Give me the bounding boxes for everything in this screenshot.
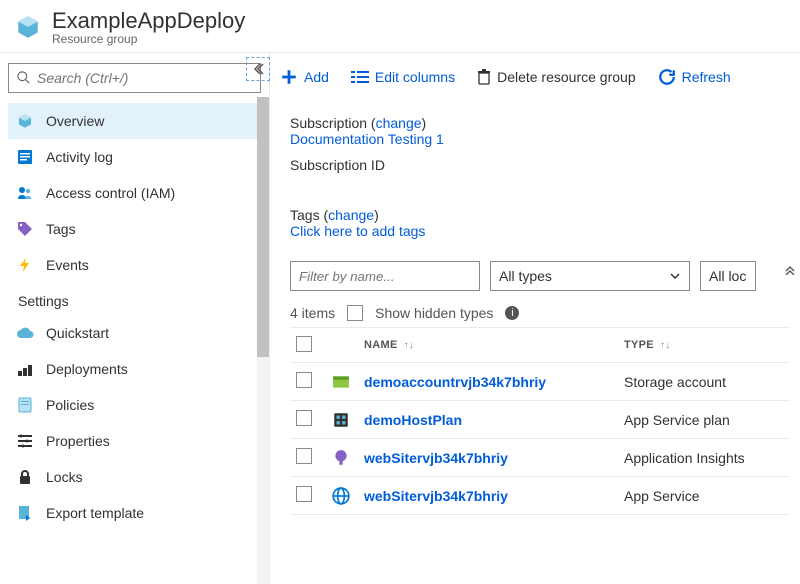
expand-caret[interactable] bbox=[784, 263, 796, 275]
sidebar-item-label: Export template bbox=[46, 505, 144, 521]
sidebar-item-label: Events bbox=[46, 257, 89, 273]
sidebar-item-policies[interactable]: Policies bbox=[8, 387, 269, 423]
people-icon bbox=[16, 185, 34, 201]
change-subscription-link[interactable]: change bbox=[376, 115, 422, 131]
sidebar-item-quickstart[interactable]: Quickstart bbox=[8, 315, 269, 351]
lightning-icon bbox=[16, 257, 34, 273]
row-checkbox[interactable] bbox=[296, 448, 312, 464]
chevron-down-icon bbox=[669, 270, 681, 282]
sidebar-item-locks[interactable]: Locks bbox=[8, 459, 269, 495]
filter-by-name-input[interactable] bbox=[290, 261, 480, 291]
sidebar-item-label: Overview bbox=[46, 113, 104, 129]
app-service-plan-icon bbox=[330, 411, 352, 429]
details: Subscription (change) Documentation Test… bbox=[270, 101, 800, 239]
location-filter-select[interactable]: All loc bbox=[700, 261, 756, 291]
delete-button[interactable]: Delete resource group bbox=[477, 69, 636, 85]
sidebar-item-label: Deployments bbox=[46, 361, 128, 377]
sidebar-item-activity-log[interactable]: Activity log bbox=[8, 139, 269, 175]
sidebar-item-properties[interactable]: Properties bbox=[8, 423, 269, 459]
sidebar-item-label: Policies bbox=[46, 397, 94, 413]
resource-type: Application Insights bbox=[624, 450, 784, 466]
resource-type: App Service plan bbox=[624, 412, 784, 428]
delete-label: Delete resource group bbox=[497, 69, 636, 85]
table-row[interactable]: webSitervjb34k7bhriy App Service bbox=[290, 477, 790, 515]
subscription-id-label: Subscription ID bbox=[290, 157, 790, 173]
table-header: NAME↑↓ TYPE↑↓ bbox=[290, 327, 790, 363]
sidebar-item-label: Access control (IAM) bbox=[46, 185, 175, 201]
resource-name[interactable]: demoHostPlan bbox=[364, 412, 462, 428]
resource-type: App Service bbox=[624, 488, 784, 504]
subscription-label: Subscription bbox=[290, 115, 367, 131]
sidebar-item-overview[interactable]: Overview bbox=[8, 103, 269, 139]
sidebar-item-tags[interactable]: Tags bbox=[8, 211, 269, 247]
resource-name[interactable]: webSitervjb34k7bhriy bbox=[364, 450, 508, 466]
sidebar-item-iam[interactable]: Access control (IAM) bbox=[8, 175, 269, 211]
sidebar-item-label: Properties bbox=[46, 433, 110, 449]
properties-icon bbox=[16, 433, 34, 449]
sidebar-item-events[interactable]: Events bbox=[8, 247, 269, 283]
page-title: ExampleAppDeploy bbox=[52, 8, 245, 34]
cloud-icon bbox=[16, 326, 34, 340]
type-filter-select[interactable]: All types bbox=[490, 261, 690, 291]
subscription-name[interactable]: Documentation Testing 1 bbox=[290, 131, 790, 147]
cube-icon bbox=[16, 113, 34, 129]
row-checkbox[interactable] bbox=[296, 410, 312, 426]
tag-icon bbox=[16, 221, 34, 237]
insights-icon bbox=[330, 449, 352, 467]
filters-row: All types All loc bbox=[270, 239, 800, 301]
add-tags-link[interactable]: Click here to add tags bbox=[290, 223, 790, 239]
table-row[interactable]: demoaccountrvjb34k7bhriy Storage account bbox=[290, 363, 790, 401]
collapse-sidebar-button[interactable] bbox=[246, 57, 270, 81]
page-subtitle: Resource group bbox=[52, 32, 245, 46]
export-icon bbox=[16, 505, 34, 521]
resource-name[interactable]: demoaccountrvjb34k7bhriy bbox=[364, 374, 546, 390]
resource-name[interactable]: webSitervjb34k7bhriy bbox=[364, 488, 508, 504]
tags-label: Tags bbox=[290, 207, 320, 223]
refresh-label: Refresh bbox=[682, 69, 731, 85]
sidebar-item-deployments[interactable]: Deployments bbox=[8, 351, 269, 387]
sidebar-scrollbar[interactable] bbox=[257, 97, 269, 584]
main-panel: Add Edit columns Delete resource group R… bbox=[270, 53, 800, 584]
add-button[interactable]: Add bbox=[280, 68, 329, 86]
sidebar-item-export-template[interactable]: Export template bbox=[8, 495, 269, 531]
edit-columns-label: Edit columns bbox=[375, 69, 455, 85]
sidebar: Overview Activity log Access control (IA… bbox=[0, 53, 270, 584]
sidebar-item-label: Locks bbox=[46, 469, 83, 485]
show-hidden-checkbox[interactable] bbox=[347, 305, 363, 321]
table-row[interactable]: webSitervjb34k7bhriy Application Insight… bbox=[290, 439, 790, 477]
change-tags-link[interactable]: change bbox=[328, 207, 374, 223]
col-name-header[interactable]: NAME↑↓ bbox=[364, 339, 612, 351]
app-service-icon bbox=[330, 487, 352, 505]
edit-columns-button[interactable]: Edit columns bbox=[351, 69, 455, 85]
info-icon[interactable]: i bbox=[505, 306, 519, 320]
select-all-checkbox[interactable] bbox=[296, 336, 312, 352]
item-count: 4 items bbox=[290, 305, 335, 321]
add-label: Add bbox=[304, 69, 329, 85]
sidebar-item-label: Tags bbox=[46, 221, 76, 237]
log-icon bbox=[16, 149, 34, 165]
list-summary: 4 items Show hidden types i bbox=[270, 301, 800, 327]
refresh-button[interactable]: Refresh bbox=[658, 68, 731, 86]
row-checkbox[interactable] bbox=[296, 372, 312, 388]
location-filter-value: All loc bbox=[709, 268, 746, 284]
resource-table: NAME↑↓ TYPE↑↓ demoaccountrvjb34k7bhriy S… bbox=[290, 327, 790, 515]
toolbar: Add Edit columns Delete resource group R… bbox=[270, 53, 800, 101]
show-hidden-label: Show hidden types bbox=[375, 305, 493, 321]
policy-icon bbox=[16, 397, 34, 413]
table-row[interactable]: demoHostPlan App Service plan bbox=[290, 401, 790, 439]
lock-icon bbox=[16, 469, 34, 485]
header: ExampleAppDeploy Resource group bbox=[0, 0, 800, 53]
settings-heading: Settings bbox=[8, 283, 269, 315]
resource-type: Storage account bbox=[624, 374, 784, 390]
deployments-icon bbox=[16, 361, 34, 377]
resource-group-icon bbox=[14, 13, 42, 41]
sidebar-item-label: Quickstart bbox=[46, 325, 109, 341]
storage-icon bbox=[330, 373, 352, 391]
sidebar-item-label: Activity log bbox=[46, 149, 113, 165]
sidebar-search[interactable] bbox=[8, 63, 261, 93]
col-type-header[interactable]: TYPE↑↓ bbox=[624, 339, 784, 351]
row-checkbox[interactable] bbox=[296, 486, 312, 502]
type-filter-value: All types bbox=[499, 268, 552, 284]
sidebar-search-input[interactable] bbox=[37, 70, 252, 86]
